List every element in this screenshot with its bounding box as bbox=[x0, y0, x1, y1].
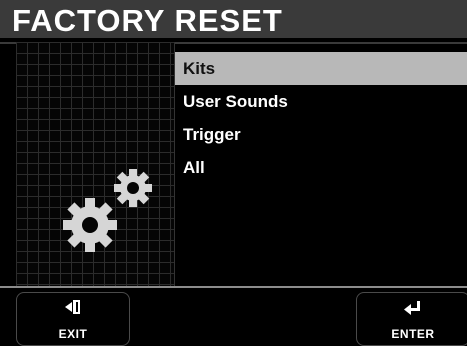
menu-item-all[interactable]: All bbox=[175, 151, 467, 184]
footer-divider bbox=[0, 286, 467, 288]
menu-item-user-sounds[interactable]: User Sounds bbox=[175, 85, 467, 118]
menu-item-trigger[interactable]: Trigger bbox=[175, 118, 467, 151]
header-bar: FACTORY RESET bbox=[0, 0, 467, 44]
enter-label: ENTER bbox=[391, 327, 435, 341]
menu-item-kits[interactable]: Kits bbox=[175, 52, 467, 85]
gears-icon bbox=[63, 169, 152, 252]
exit-label: EXIT bbox=[58, 327, 88, 341]
enter-return-icon bbox=[357, 299, 467, 319]
grid-panel bbox=[16, 42, 175, 286]
exit-icon bbox=[17, 299, 129, 319]
exit-button[interactable]: EXIT bbox=[16, 292, 130, 346]
page-title: FACTORY RESET bbox=[12, 3, 283, 38]
enter-button[interactable]: ENTER bbox=[356, 292, 467, 346]
reset-options-menu: Kits User Sounds Trigger All bbox=[175, 52, 467, 184]
